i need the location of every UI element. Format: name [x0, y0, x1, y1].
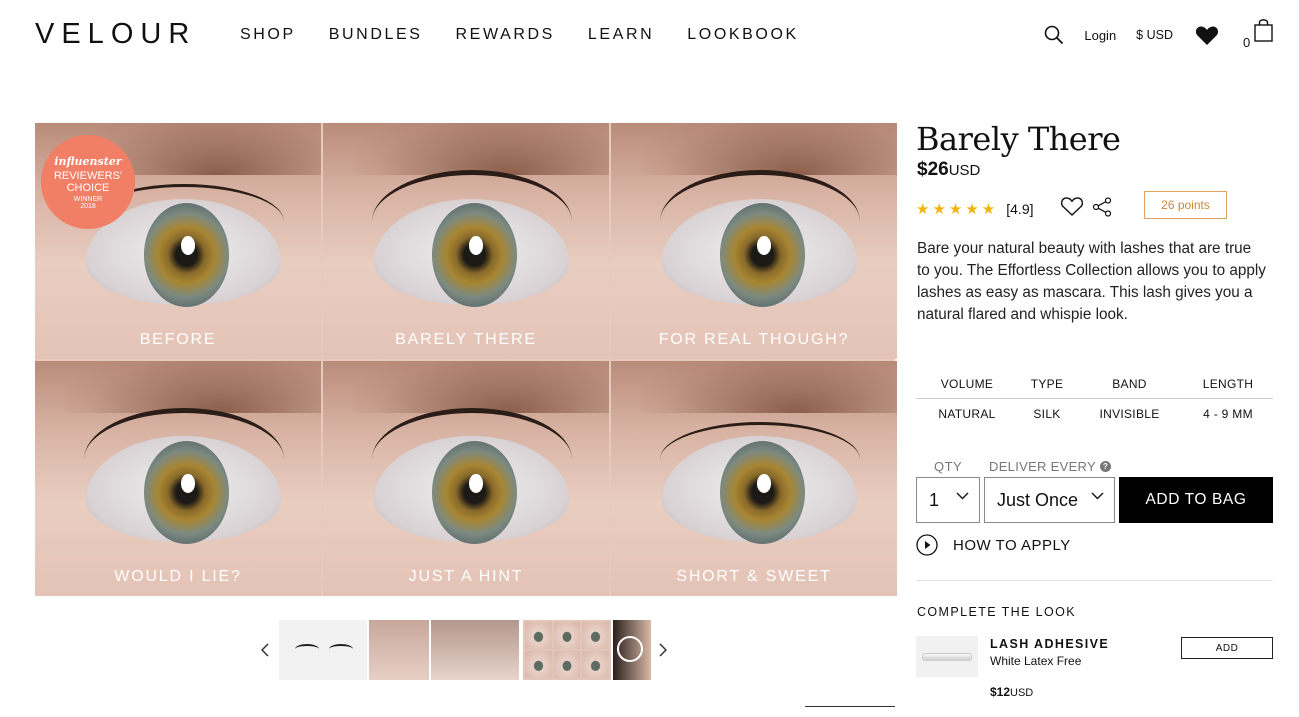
currency-selector[interactable]: $ USD	[1136, 28, 1173, 42]
badge-line1: REVIEWERS'	[53, 169, 123, 182]
nav-rewards[interactable]: REWARDS	[456, 26, 555, 44]
play-icon	[617, 636, 643, 662]
thumbnail-video[interactable]	[613, 620, 651, 680]
reward-points-badge[interactable]: 26 points	[1144, 191, 1227, 219]
spec-value: 4 - 9 MM	[1203, 407, 1253, 421]
help-icon[interactable]: ?	[1099, 461, 1111, 472]
add-adhesive-button[interactable]: ADD	[1181, 637, 1273, 659]
how-to-apply-link[interactable]: HOW TO APPLY	[916, 534, 1071, 556]
header-actions: Login $ USD 0	[1044, 19, 1273, 50]
share-icon[interactable]	[1092, 196, 1112, 222]
spec-header: LENGTH	[1183, 371, 1273, 399]
lash-adhesive-subtitle: White Latex Free	[990, 654, 1082, 668]
photo-label: WOULD I LIE?	[114, 568, 242, 585]
chevron-down-icon	[1091, 492, 1104, 500]
deliver-every-label: DELIVER EVERY ?	[989, 459, 1111, 474]
deliver-every-select[interactable]: Just Once	[984, 477, 1115, 523]
product-description: Bare your natural beauty with lashes tha…	[917, 240, 1266, 323]
spec-header: BAND	[1075, 371, 1184, 399]
eye-photo-barely-there: BARELY THERE	[323, 123, 609, 359]
shopping-bag-icon	[1254, 19, 1273, 42]
reviewers-choice-badge: influenster REVIEWERS' CHOICE WINNER 201…	[41, 135, 135, 229]
adhesive-price-amount: $12	[990, 685, 1011, 699]
photo-label: BEFORE	[139, 331, 217, 348]
thumbnail-eye-grid[interactable]	[523, 620, 611, 680]
eye-photo-short-and-sweet: SHORT & SWEET	[611, 361, 897, 596]
photo-label: JUST A HINT	[408, 568, 524, 585]
deliver-value: Just Once	[997, 489, 1079, 510]
nav-shop[interactable]: SHOP	[240, 26, 296, 44]
qty-label: QTY	[934, 459, 963, 474]
thumbnail-lashes[interactable]	[279, 620, 367, 680]
spec-header: TYPE	[1017, 371, 1076, 399]
add-to-bag-button[interactable]: ADD TO BAG	[1119, 477, 1273, 523]
cart-count: 0	[1243, 35, 1251, 50]
spec-value: NATURAL	[938, 407, 996, 421]
badge-line3: WINNER	[73, 195, 103, 203]
badge-brand: influenster	[54, 154, 122, 168]
rating-value[interactable]: [4.9]	[1006, 201, 1033, 217]
thumbnail-strip	[255, 620, 673, 680]
price-currency: USD	[948, 162, 981, 179]
site-header: VELOUR SHOP BUNDLES REWARDS LEARN LOOKBO…	[0, 0, 1299, 70]
photo-label: SHORT & SWEET	[676, 568, 832, 585]
star-rating-icon[interactable]: ★★★★★	[916, 200, 998, 218]
spec-value: INVISIBLE	[1099, 407, 1160, 421]
chevron-right-icon[interactable]	[653, 620, 673, 680]
rating-row: ★★★★★ [4.9]	[916, 196, 1112, 222]
product-gallery[interactable]: influenster REVIEWERS' CHOICE WINNER 201…	[35, 123, 897, 596]
nav-bundles[interactable]: BUNDLES	[329, 26, 423, 44]
badge-year: 2018	[80, 202, 96, 210]
product-specs-table: VOLUME TYPE BAND LENGTH NATURAL SILK INV…	[916, 371, 1273, 427]
main-nav: SHOP BUNDLES REWARDS LEARN LOOKBOOK	[240, 26, 832, 44]
quantity-select[interactable]: 1	[916, 477, 980, 523]
eye-photo-for-real-though: FOR REAL THOUGH?	[611, 123, 897, 359]
play-circle-icon	[916, 534, 938, 556]
login-link[interactable]: Login	[1084, 28, 1116, 43]
eye-photo-just-a-hint: JUST A HINT	[323, 361, 609, 596]
quantity-value: 1	[929, 489, 940, 510]
spec-header: VOLUME	[916, 371, 1018, 399]
badge-line2: CHOICE	[66, 181, 110, 194]
lash-adhesive-name[interactable]: LASH ADHESIVE	[990, 637, 1109, 651]
eye-photo-would-i-lie: WOULD I LIE?	[35, 361, 321, 596]
lash-adhesive-image[interactable]	[916, 636, 978, 677]
photo-label: FOR REAL THOUGH?	[658, 331, 850, 348]
cart-button[interactable]: 0	[1243, 19, 1273, 50]
velour-logo[interactable]: VELOUR	[35, 18, 196, 51]
wishlist-heart-icon[interactable]	[1060, 196, 1084, 222]
lash-adhesive-price: $12USD	[990, 685, 1033, 699]
how-to-apply-label: HOW TO APPLY	[953, 536, 1071, 554]
nav-lookbook[interactable]: LOOKBOOK	[687, 26, 799, 44]
thumbnail-eye-closeup[interactable]	[431, 620, 519, 680]
chevron-down-icon	[956, 492, 969, 500]
nav-learn[interactable]: LEARN	[588, 26, 654, 44]
chevron-left-icon[interactable]	[255, 620, 275, 680]
heart-icon[interactable]	[1195, 25, 1219, 46]
scroll-indicator	[805, 706, 895, 707]
thumbnail-face-closeup[interactable]	[369, 620, 429, 680]
divider	[916, 580, 1273, 581]
adhesive-price-currency: USD	[1010, 687, 1034, 699]
product-title: Barely There	[916, 120, 1121, 158]
deliver-label-text: DELIVER EVERY	[989, 459, 1096, 474]
price-amount: $26	[917, 159, 949, 180]
photo-label: BARELY THERE	[395, 331, 537, 348]
spec-value: SILK	[1033, 407, 1061, 421]
search-icon[interactable]	[1044, 25, 1064, 45]
complete-the-look-heading: COMPLETE THE LOOK	[917, 605, 1077, 619]
product-price: $26USD	[917, 159, 980, 181]
